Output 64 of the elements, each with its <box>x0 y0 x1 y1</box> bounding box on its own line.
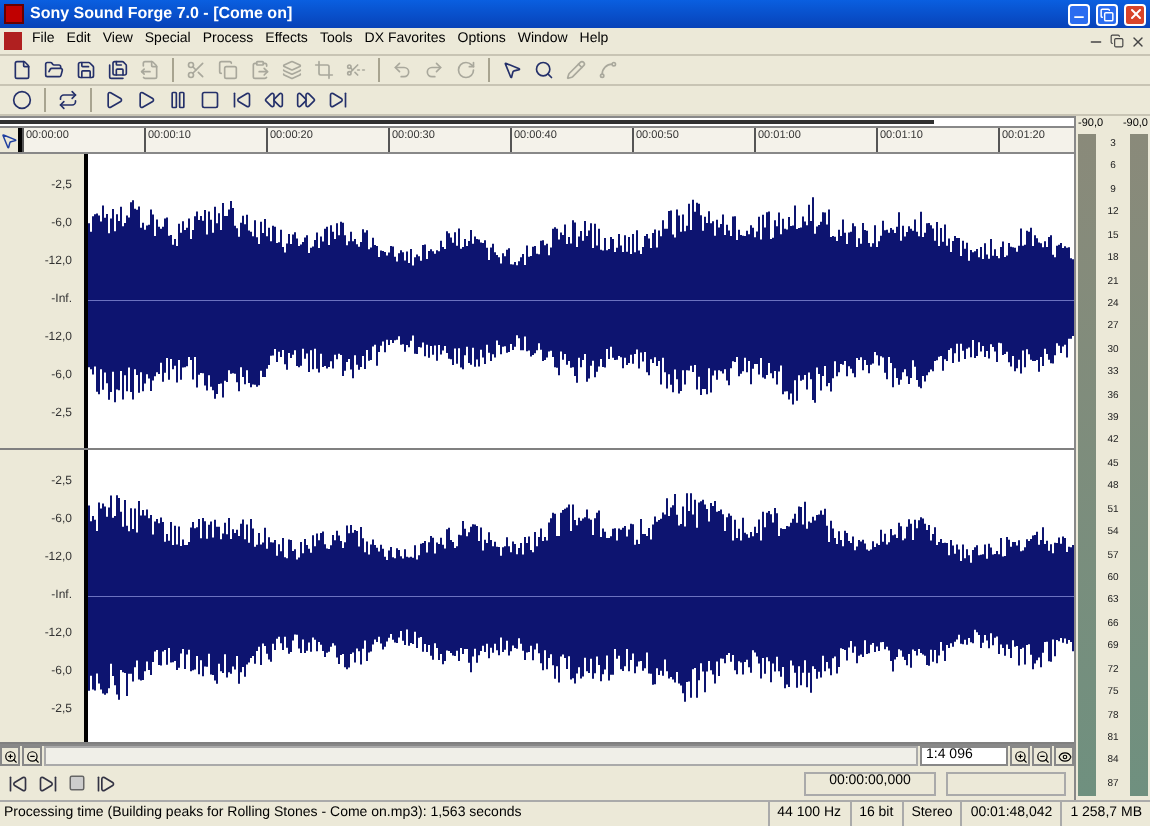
floppies-button[interactable] <box>104 57 132 83</box>
close-icon <box>1127 6 1143 22</box>
fast-forward-button[interactable] <box>292 87 320 113</box>
magnify-icon <box>534 60 554 80</box>
document-icon <box>4 32 22 50</box>
pause-icon <box>168 90 188 110</box>
floppy-button[interactable] <box>72 57 100 83</box>
stop-icon <box>200 90 220 110</box>
rewind-button[interactable] <box>260 87 288 113</box>
cursor-icon <box>502 60 522 80</box>
stop-button[interactable] <box>196 87 224 113</box>
skip-back-icon[interactable] <box>8 773 28 793</box>
fast-forward-icon <box>296 90 316 110</box>
redo-icon <box>424 60 444 80</box>
rewind-icon <box>264 90 284 110</box>
magnify-button[interactable] <box>530 57 558 83</box>
horizontal-scrollbar[interactable] <box>44 746 918 766</box>
zoom-out-icon <box>1035 749 1049 763</box>
close-button[interactable] <box>1124 3 1146 25</box>
record-button[interactable] <box>8 87 36 113</box>
undo-icon <box>392 60 412 80</box>
zoom-button[interactable] <box>0 746 20 766</box>
curve-icon <box>598 60 618 80</box>
cut-icon <box>186 60 206 80</box>
loop-icon <box>58 90 78 110</box>
repeat-icon <box>456 60 476 80</box>
file-export-icon <box>140 60 160 80</box>
copy-icon <box>218 60 238 80</box>
zoom-button[interactable] <box>22 746 42 766</box>
view-button[interactable] <box>1054 746 1074 766</box>
skip-forward-icon <box>328 90 348 110</box>
skip-forward-button[interactable] <box>324 87 352 113</box>
skip-back-icon <box>232 90 252 110</box>
folder-button[interactable] <box>40 57 68 83</box>
zoom-out-icon <box>25 749 39 763</box>
loop-button[interactable] <box>54 87 82 113</box>
zoom-button[interactable] <box>1010 746 1030 766</box>
minimize-button[interactable] <box>1068 3 1090 25</box>
floppies-icon <box>108 60 128 80</box>
restore-icon <box>1100 7 1114 21</box>
stop-icon[interactable] <box>68 774 86 792</box>
step-icon[interactable] <box>96 773 116 793</box>
window-title: Sony Sound Forge 7.0 - [Come on] <box>30 2 295 26</box>
restore-button[interactable] <box>1096 3 1118 25</box>
eye-icon <box>1057 749 1071 763</box>
crop-icon <box>314 60 334 80</box>
skip-back-button[interactable] <box>228 87 256 113</box>
skip-forward-icon[interactable] <box>38 773 58 793</box>
folder-icon <box>44 60 64 80</box>
zoom-in-icon <box>3 749 17 763</box>
page-icon <box>12 60 32 80</box>
close-icon[interactable] <box>1130 33 1146 49</box>
floppy-icon <box>76 60 96 80</box>
record-icon <box>12 90 32 110</box>
layers-icon <box>282 60 302 80</box>
zoom-button[interactable] <box>1032 746 1052 766</box>
overview-bar[interactable] <box>0 116 1074 128</box>
restore-icon[interactable] <box>1110 34 1124 48</box>
app-logo-icon <box>4 4 24 24</box>
pencil-icon <box>566 60 586 80</box>
empty-display <box>946 771 1066 795</box>
zoom-in-icon <box>1013 749 1027 763</box>
paste-icon <box>250 60 270 80</box>
cursor-icon[interactable] <box>0 131 18 149</box>
